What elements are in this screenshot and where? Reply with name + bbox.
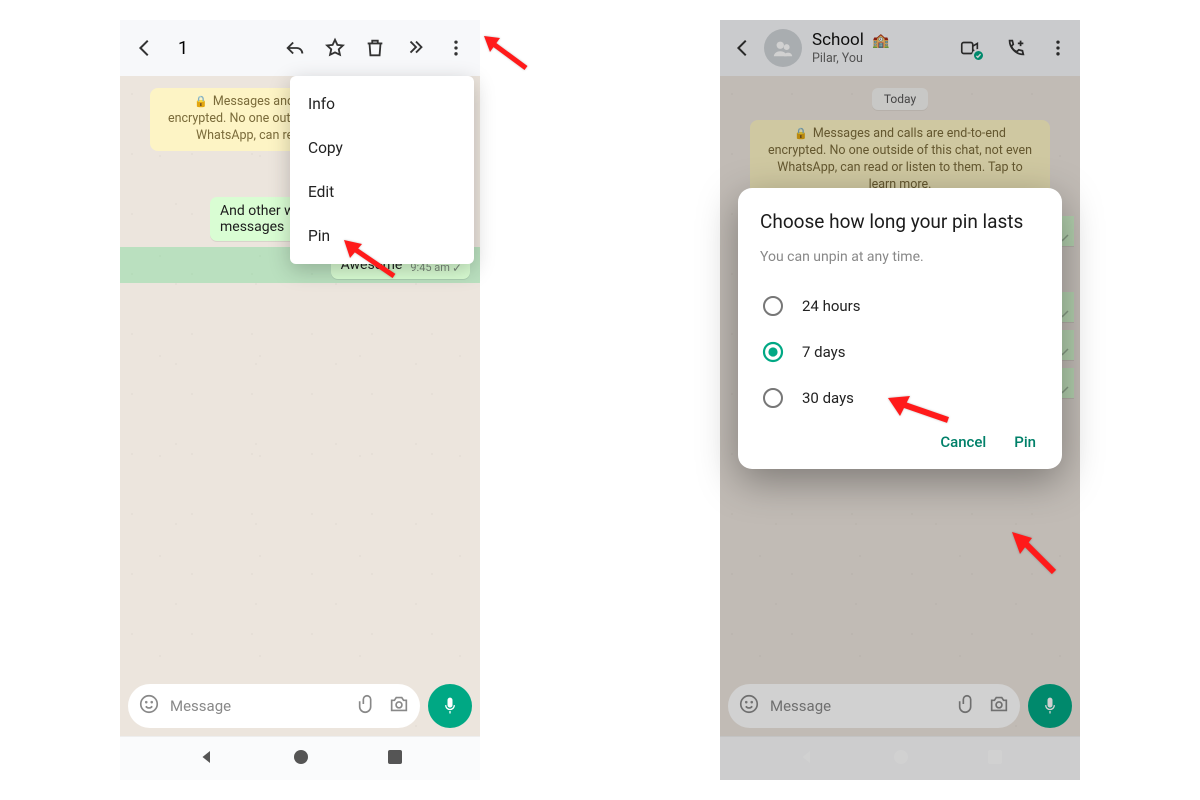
menu-item-info[interactable]: Info (290, 82, 474, 126)
composer: Message (120, 678, 480, 736)
cancel-button[interactable]: Cancel (940, 433, 986, 451)
camera-icon[interactable] (388, 693, 410, 719)
avatar[interactable] (764, 29, 802, 67)
reply-icon[interactable] (284, 37, 306, 59)
back-icon[interactable] (134, 37, 156, 59)
nav-home-icon[interactable] (893, 749, 909, 769)
emoji-icon[interactable] (738, 693, 760, 719)
emoji-icon[interactable] (138, 693, 160, 719)
more-icon[interactable] (446, 37, 466, 59)
message-input[interactable]: Message (128, 684, 420, 728)
dialog-hint: You can unpin at any time. (760, 249, 1040, 265)
lock-icon: 🔒 (194, 95, 208, 108)
chat-subtitle: Pilar, You (812, 51, 948, 66)
mic-button[interactable] (428, 684, 472, 728)
menu-item-copy[interactable]: Copy (290, 126, 474, 170)
arrow-annotation (482, 34, 528, 70)
camera-icon[interactable] (988, 693, 1010, 719)
dialog-title: Choose how long your pin lasts (760, 210, 1040, 235)
mic-button[interactable] (1028, 684, 1072, 728)
video-call-icon[interactable] (958, 37, 982, 59)
pin-option-7d[interactable]: 7 days (760, 329, 1040, 375)
add-call-icon[interactable] (1004, 37, 1028, 59)
lock-icon: 🔒 (794, 127, 808, 140)
attach-icon[interactable] (356, 693, 378, 719)
composer: Message (720, 678, 1080, 736)
nav-recent-icon[interactable] (987, 749, 1003, 769)
chat-header: School 🏫 Pilar, You (720, 20, 1080, 76)
nav-back-icon[interactable] (798, 748, 816, 770)
message-placeholder: Message (170, 697, 346, 715)
context-menu: Info Copy Edit Pin (290, 76, 474, 264)
pin-option-30d[interactable]: 30 days (760, 375, 1040, 421)
menu-item-pin[interactable]: Pin (290, 214, 474, 258)
chat-title-block[interactable]: School 🏫 Pilar, You (812, 30, 948, 65)
trash-icon[interactable] (364, 37, 386, 59)
selection-bar: 1 (120, 20, 480, 76)
phone-right: School 🏫 Pilar, You Today (720, 20, 1080, 780)
android-navbar (120, 736, 480, 780)
selection-count: 1 (178, 38, 188, 59)
star-icon[interactable] (324, 37, 346, 59)
nav-home-icon[interactable] (293, 749, 309, 769)
school-emoji-icon: 🏫 (872, 33, 889, 49)
phone-left: 1 🔒 Messages and calls are end-t (120, 20, 480, 780)
pin-button[interactable]: Pin (1014, 433, 1036, 451)
date-chip: Today (872, 88, 928, 110)
status-badge (972, 49, 985, 62)
forward-icon[interactable] (404, 37, 428, 59)
attach-icon[interactable] (956, 693, 978, 719)
pin-duration-dialog: Choose how long your pin lasts You can u… (738, 188, 1062, 469)
menu-item-edit[interactable]: Edit (290, 170, 474, 214)
android-navbar (720, 736, 1080, 780)
nav-recent-icon[interactable] (387, 749, 403, 769)
more-icon[interactable] (1048, 37, 1068, 59)
nav-back-icon[interactable] (198, 748, 216, 770)
message-input[interactable]: Message (728, 684, 1020, 728)
pin-option-24h[interactable]: 24 hours (760, 283, 1040, 329)
back-icon[interactable] (732, 37, 754, 59)
message-placeholder: Message (770, 697, 946, 715)
